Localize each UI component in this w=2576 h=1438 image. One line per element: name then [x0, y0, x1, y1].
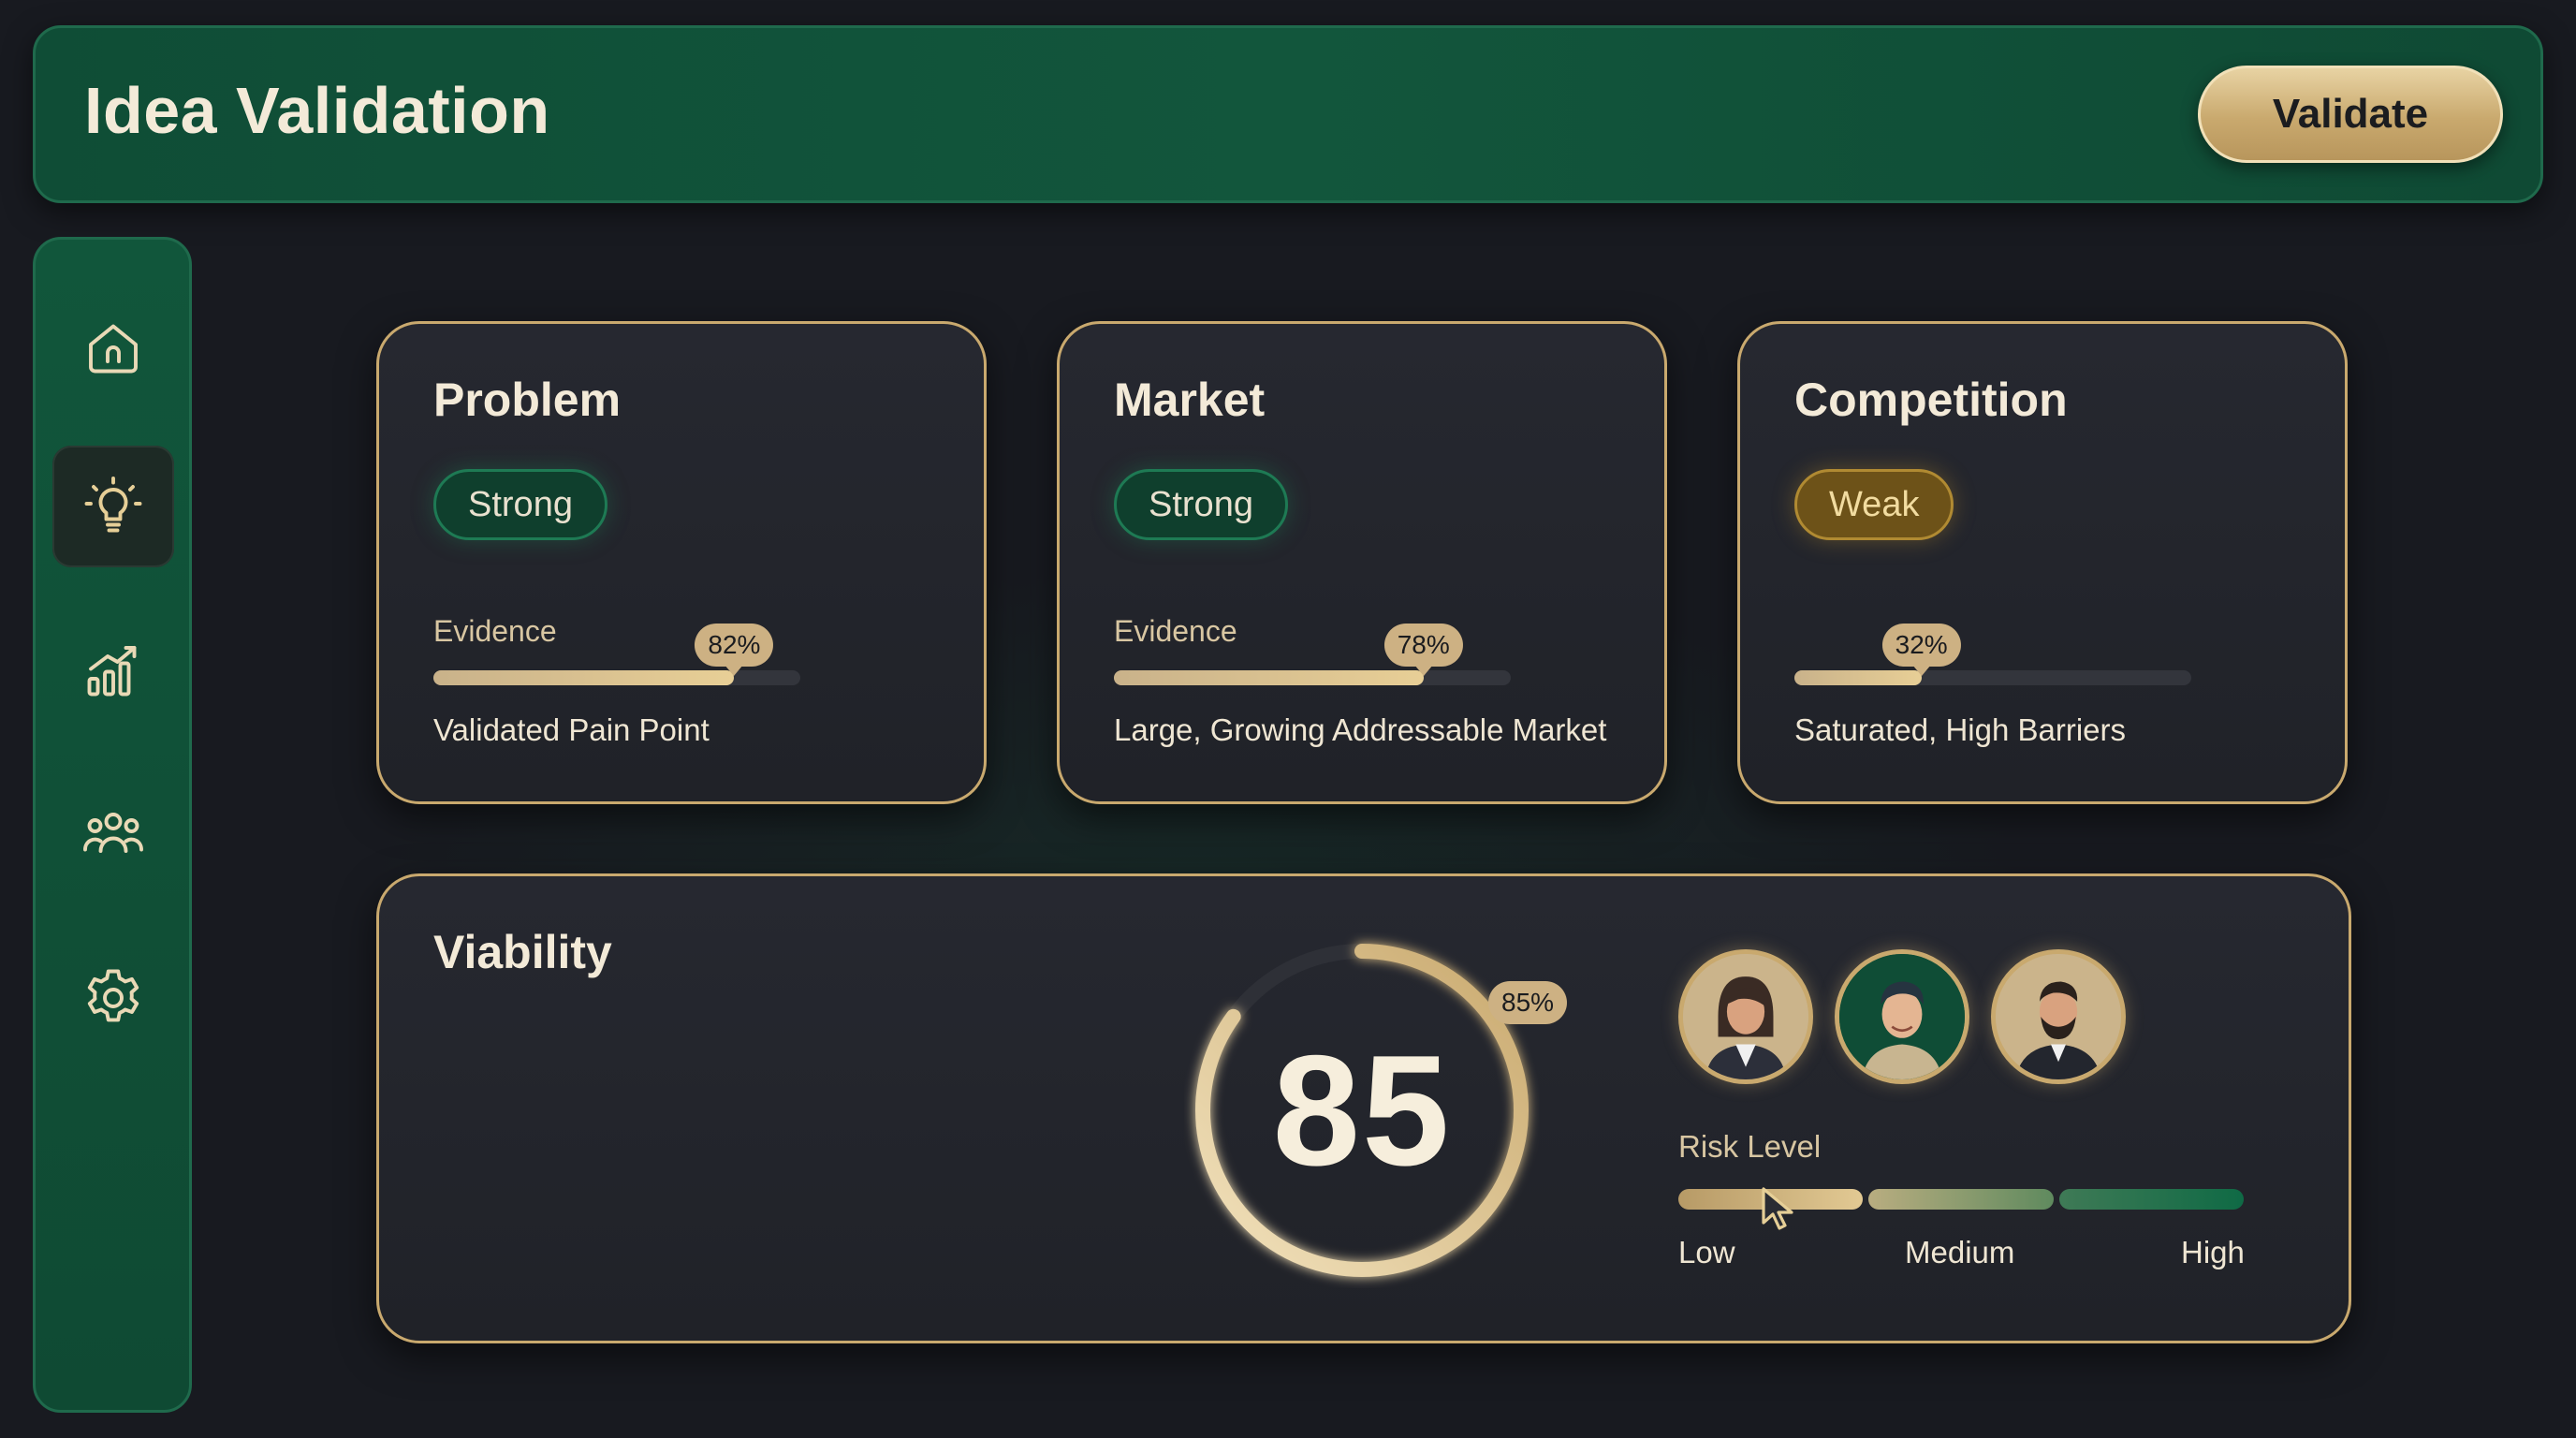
evidence-percent-badge: 32%: [1881, 624, 1961, 667]
top-bar: Idea Validation Validate: [33, 25, 2543, 203]
validate-button[interactable]: Validate: [2198, 66, 2503, 163]
risk-high-label: High: [2181, 1235, 2245, 1269]
viability-percent-badge: 85%: [1488, 981, 1568, 1024]
users-icon: [83, 813, 143, 853]
risk-medium-label: Medium: [1905, 1235, 2015, 1269]
sidebar-item-team[interactable]: [52, 773, 174, 895]
sidebar-item-ideas[interactable]: [52, 446, 174, 567]
sidebar-item-home[interactable]: [52, 286, 174, 408]
evidence-progress-bar: 82%: [433, 624, 800, 685]
sidebar-item-settings[interactable]: [52, 937, 174, 1059]
avatar[interactable]: [1835, 949, 1969, 1084]
chart-icon: [87, 646, 137, 697]
sidebar: [33, 237, 192, 1413]
risk-level-label: Risk Level: [1678, 1129, 1822, 1164]
risk-segment-high: [2058, 1189, 2244, 1210]
bearded-man-avatar-icon: [1996, 954, 2121, 1079]
home-icon: [89, 324, 138, 374]
card-title: Competition: [1794, 374, 2068, 426]
page-title: Idea Validation: [84, 74, 550, 147]
card-description: Validated Pain Point: [433, 712, 710, 747]
gear-icon: [87, 969, 139, 1022]
market-card[interactable]: Market Strong Evidence 78% Large, Growin…: [1057, 321, 1667, 804]
status-badge: Strong: [433, 469, 607, 540]
sidebar-item-analytics[interactable]: [52, 609, 174, 731]
viability-score: 85: [1272, 1021, 1452, 1198]
card-description: Saturated, High Barriers: [1794, 712, 2126, 747]
status-badge: Weak: [1794, 469, 1954, 540]
avatar[interactable]: [1991, 949, 2126, 1084]
card-title: Problem: [433, 374, 622, 426]
pointer-cursor-icon: [1762, 1187, 1793, 1230]
evidence-progress-fill: [1794, 670, 1922, 685]
woman-avatar-icon: [1683, 954, 1808, 1079]
problem-card[interactable]: Problem Strong Evidence 82% Validated Pa…: [376, 321, 987, 804]
card-description: Large, Growing Addressable Market: [1114, 712, 1607, 747]
evidence-label: Evidence: [1114, 614, 1237, 648]
avatar[interactable]: [1678, 949, 1813, 1084]
viability-panel: Viability 85 85% Risk Level Low Medium H…: [376, 873, 2351, 1343]
evidence-label: Evidence: [433, 614, 557, 648]
competition-card[interactable]: Competition Weak 32% Saturated, High Bar…: [1737, 321, 2348, 804]
evidence-progress-bar: 32%: [1794, 624, 2191, 685]
evidence-percent-badge: 78%: [1383, 624, 1463, 667]
card-title: Market: [1114, 374, 1266, 426]
man-avatar-icon: [1839, 954, 1965, 1079]
viability-title: Viability: [433, 926, 612, 978]
evidence-percent-badge: 82%: [695, 624, 774, 667]
lightbulb-icon: [84, 477, 142, 533]
evidence-progress-fill: [1114, 670, 1424, 685]
risk-segment-medium: [1868, 1189, 2054, 1210]
evidence-progress-fill: [433, 670, 735, 685]
status-badge: Strong: [1114, 469, 1288, 540]
risk-low-label: Low: [1678, 1235, 1735, 1269]
evidence-progress-bar: 78%: [1114, 624, 1511, 685]
